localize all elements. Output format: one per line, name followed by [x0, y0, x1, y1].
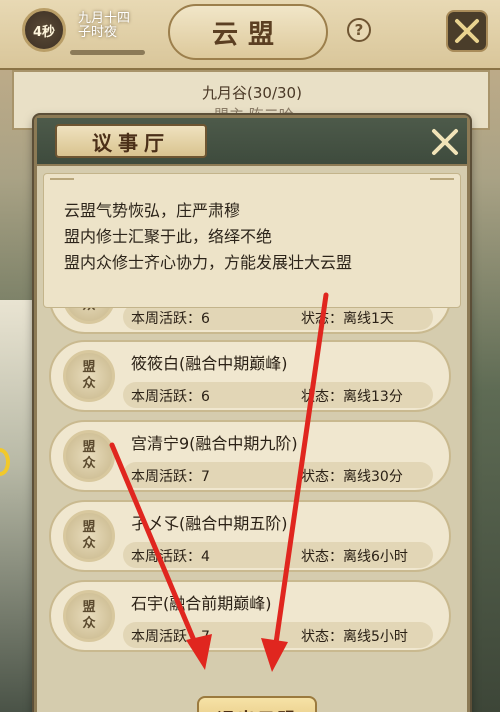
calendar-time: 子时夜 [78, 25, 118, 40]
member-status: 状态：离线30分 [301, 469, 403, 485]
top-close-button[interactable] [446, 10, 488, 52]
rank-badge: 盟 众 [63, 308, 115, 324]
notice-line: 盟内修士汇聚于此，络绎不绝 [64, 227, 273, 246]
member-name: 孑乄孓(融合中期五阶) [131, 514, 288, 533]
member-status: 状态：离线5小时 [301, 629, 408, 645]
dialog-header: 议事厅 [37, 118, 467, 166]
council-hall-dialog: 议事厅 云盟气势恢弘，庄严肃穆 盟内修士汇聚于此，络绎不绝 盟内众修士齐心协力，… [34, 115, 470, 712]
member-activity: 本周活跃：4 [131, 549, 210, 565]
rank-badge: 盟 众 [63, 350, 115, 402]
dialog-close-button[interactable] [425, 122, 465, 162]
member-status: 状态：离线6小时 [301, 549, 408, 565]
member-activity: 本周活跃：6 [131, 389, 210, 405]
member-row[interactable]: 盟 众 宫清宁9(融合中期九阶) 本周活跃：7 状态：离线30分 [49, 420, 451, 492]
member-name: 石宇(融合前期巅峰) [131, 594, 272, 613]
member-row[interactable]: 盟 众 本周活跃：6 状态：离线1天 [49, 308, 451, 334]
member-list[interactable]: 盟 众 本周活跃：6 状态：离线1天 盟 众 筱筱白(融合中期巅峰) 本周活跃：… [49, 308, 457, 688]
alliance-notice: 云盟气势恢弘，庄严肃穆 盟内修士汇聚于此，络绎不绝 盟内众修士齐心协力，方能发展… [43, 173, 461, 308]
member-name: 筱筱白(融合中期巅峰) [131, 354, 288, 373]
timer-badge: 4秒 [22, 8, 66, 52]
member-name: 宫清宁9(融合中期九阶) [131, 434, 298, 453]
exit-alliance-button[interactable]: 退出云盟 [197, 696, 317, 712]
alliance-name: 九月谷(30/30) [202, 84, 302, 102]
rank-badge: 盟 众 [63, 590, 115, 642]
close-icon [432, 129, 458, 155]
calendar-readout: 九月十四 子时夜 [78, 12, 130, 40]
member-activity: 本周活跃：7 [131, 629, 210, 645]
close-icon [455, 19, 479, 43]
member-status: 状态：离线1天 [301, 311, 394, 327]
member-row[interactable]: 盟 众 筱筱白(融合中期巅峰) 本周活跃：6 状态：离线13分 [49, 340, 451, 412]
top-bar: 4秒 九月十四 子时夜 云盟 ? [0, 0, 500, 70]
notice-corner-left [50, 178, 74, 190]
calendar-date: 九月十四 [78, 11, 131, 26]
rank-badge: 盟 众 [63, 510, 115, 562]
notice-line: 云盟气势恢弘，庄严肃穆 [64, 201, 241, 220]
member-row[interactable]: 盟 众 石宇(融合前期巅峰) 本周活跃：7 状态：离线5小时 [49, 580, 451, 652]
notice-corner-right [430, 178, 454, 190]
member-activity: 本周活跃：6 [131, 311, 210, 327]
page-title: 云盟 [168, 4, 328, 60]
rank-badge: 盟 众 [63, 430, 115, 482]
member-status: 状态：离线13分 [301, 389, 403, 405]
member-row[interactable]: 盟 众 孑乄孓(融合中期五阶) 本周活跃：4 状态：离线6小时 [49, 500, 451, 572]
help-button[interactable]: ? [347, 18, 371, 42]
member-activity: 本周活跃：7 [131, 469, 210, 485]
calendar-progress-bar [70, 50, 145, 55]
dialog-title: 议事厅 [55, 124, 207, 158]
notice-line: 盟内众修士齐心协力，方能发展壮大云盟 [64, 253, 353, 272]
